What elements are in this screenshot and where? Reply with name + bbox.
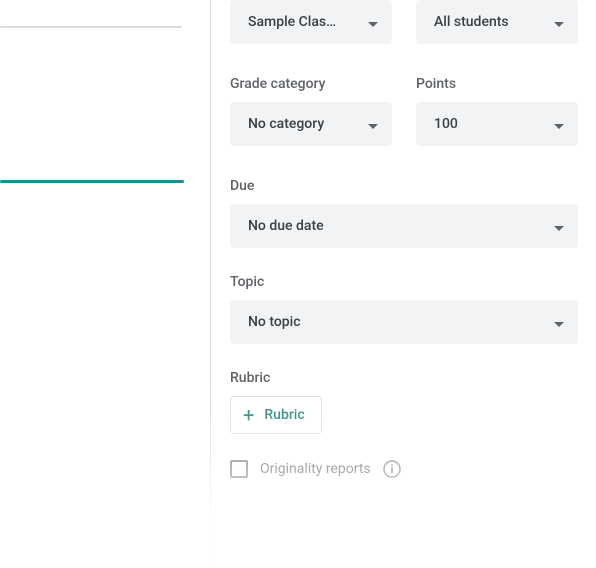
due-date-dropdown[interactable]: No due date — [230, 204, 578, 248]
rubric-label: Rubric — [230, 370, 578, 386]
originality-reports-label: Originality reports — [260, 461, 371, 477]
points-dropdown[interactable]: 100 — [416, 102, 578, 146]
caret-down-icon — [554, 217, 564, 236]
students-selector-value: All students — [434, 14, 509, 30]
tab-active-indicator — [0, 180, 184, 183]
add-rubric-button[interactable]: + Rubric — [230, 396, 322, 434]
info-icon[interactable] — [383, 460, 401, 478]
due-date-value: No due date — [248, 218, 324, 234]
vertical-divider — [210, 0, 211, 568]
caret-down-icon — [554, 115, 564, 134]
caret-down-icon — [554, 313, 564, 332]
students-selector-dropdown[interactable]: All students — [416, 0, 578, 44]
due-label: Due — [230, 178, 578, 194]
grade-category-dropdown[interactable]: No category — [230, 102, 392, 146]
topic-value: No topic — [248, 314, 301, 330]
topic-label: Topic — [230, 274, 578, 290]
points-value: 100 — [434, 116, 458, 132]
originality-reports-checkbox[interactable] — [230, 460, 248, 478]
caret-down-icon — [368, 13, 378, 32]
grade-category-label: Grade category — [230, 76, 392, 92]
grade-category-value: No category — [248, 116, 324, 132]
rubric-button-label: Rubric — [264, 407, 304, 423]
plus-icon: + — [243, 405, 254, 425]
tab-divider — [0, 26, 182, 28]
settings-panel: Sample Clas… All students Grade category… — [230, 0, 578, 478]
left-pane — [0, 0, 210, 568]
points-label: Points — [416, 76, 578, 92]
caret-down-icon — [554, 13, 564, 32]
caret-down-icon — [368, 115, 378, 134]
class-selector-value: Sample Clas… — [248, 14, 336, 30]
class-selector-dropdown[interactable]: Sample Clas… — [230, 0, 392, 44]
topic-dropdown[interactable]: No topic — [230, 300, 578, 344]
